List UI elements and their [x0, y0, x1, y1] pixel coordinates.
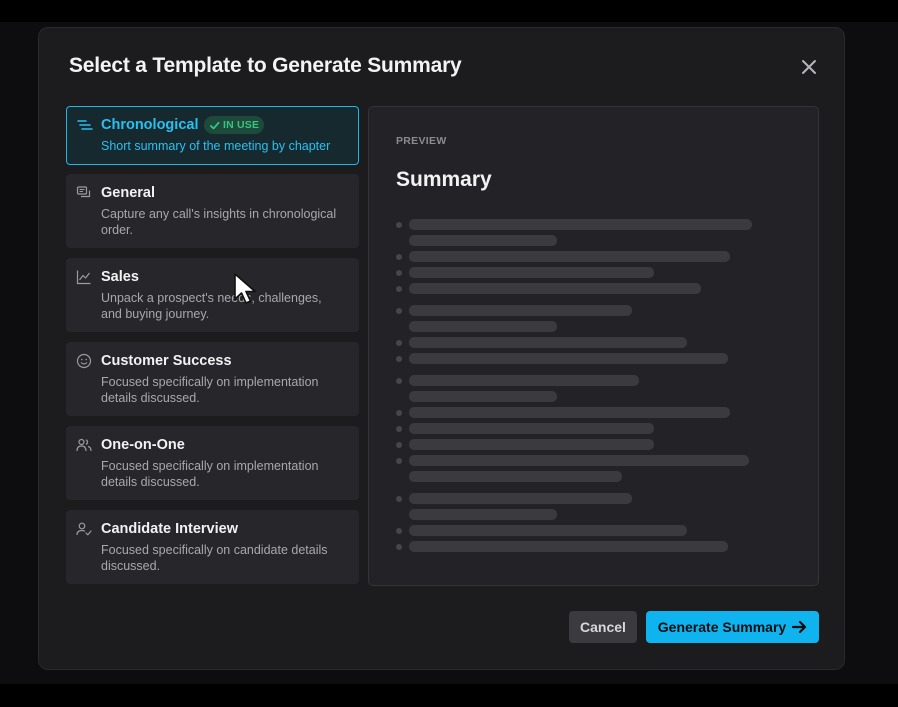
skeleton-line [409, 267, 654, 278]
template-sales[interactable]: Sales Unpack a prospect's needs, challen… [66, 258, 359, 332]
cancel-button[interactable]: Cancel [569, 611, 637, 643]
skeleton-line [409, 283, 701, 294]
skeleton-bullet [396, 425, 402, 432]
two-people-icon [76, 438, 92, 452]
template-description: Focused specifically on implementation d… [101, 459, 319, 489]
generate-summary-label: Generate Summary [657, 619, 787, 635]
skeleton-bullet [396, 409, 402, 416]
skeleton-bullet [396, 441, 402, 448]
template-customer-success[interactable]: Customer Success Focused specifically on… [66, 342, 359, 416]
template-name: One-on-One [101, 437, 185, 453]
skeleton-line [409, 407, 730, 418]
template-one-on-one[interactable]: One-on-One Focused specifically on imple… [66, 426, 359, 500]
skeleton-bullet [396, 377, 402, 384]
template-candidate-interview[interactable]: Candidate Interview Focused specifically… [66, 510, 359, 584]
skeleton-bullet [396, 495, 402, 502]
template-name: Chronological [101, 117, 199, 133]
skeleton-bullet [396, 221, 402, 228]
skeleton-bullet [396, 253, 402, 260]
skeleton-line [409, 439, 654, 450]
skeleton-bullet [396, 543, 402, 550]
skeleton-line [409, 493, 632, 504]
smiley-icon [76, 353, 92, 369]
skeleton-line [409, 305, 632, 316]
template-chronological[interactable]: Chronological IN USE Short summary of th… [66, 106, 359, 165]
skeleton-line [409, 455, 749, 466]
skeleton-line [409, 235, 557, 246]
skeleton-line [409, 423, 654, 434]
skeleton-line [409, 251, 730, 262]
template-name: General [101, 185, 155, 201]
skeleton-bullet [396, 307, 402, 314]
skeleton-bullet [396, 457, 402, 464]
preview-label: PREVIEW [396, 135, 447, 147]
close-button[interactable] [798, 56, 820, 78]
line-chart-icon [76, 270, 91, 285]
skeleton-line [409, 219, 752, 230]
template-name: Candidate Interview [101, 521, 238, 537]
skeleton-bullet [396, 527, 402, 534]
template-description: Short summary of the meeting by chapter [101, 139, 331, 153]
badge-label: IN USE [223, 119, 260, 131]
skeleton-line [409, 509, 557, 520]
skeleton-line [409, 471, 622, 482]
template-general[interactable]: General Capture any call's insights in c… [66, 174, 359, 248]
template-description: Focused specifically on candidate detail… [101, 543, 328, 573]
summary-preview-panel: PREVIEW Summary [368, 106, 819, 586]
skeleton-line [409, 391, 557, 402]
modal-title: Select a Template to Generate Summary [69, 54, 462, 77]
close-icon [802, 60, 816, 74]
skeleton-line [409, 375, 639, 386]
preview-heading: Summary [396, 168, 492, 191]
in-use-badge: IN USE [204, 116, 264, 134]
template-description: Unpack a prospect's needs, challenges, a… [101, 291, 322, 321]
skeleton-line [409, 353, 728, 364]
chronological-list-icon [77, 120, 93, 130]
template-description: Focused specifically on implementation d… [101, 375, 319, 405]
skeleton-line [409, 541, 728, 552]
template-description: Capture any call's insights in chronolog… [101, 207, 337, 237]
template-name: Customer Success [101, 353, 232, 369]
template-select-modal: Select a Template to Generate Summary Ch… [38, 27, 845, 670]
skeleton-line [409, 321, 557, 332]
arrow-right-icon [792, 620, 807, 634]
person-check-icon [76, 522, 92, 536]
skeleton-bullet [396, 269, 402, 276]
template-name: Sales [101, 269, 139, 285]
skeleton-line [409, 337, 687, 348]
check-icon [209, 121, 220, 129]
skeleton-bullet [396, 285, 402, 292]
generate-summary-button[interactable]: Generate Summary [646, 611, 819, 643]
skeleton-bullet [396, 355, 402, 362]
chat-bubbles-icon [76, 186, 91, 198]
skeleton-line [409, 525, 687, 536]
skeleton-bullet [396, 339, 402, 346]
